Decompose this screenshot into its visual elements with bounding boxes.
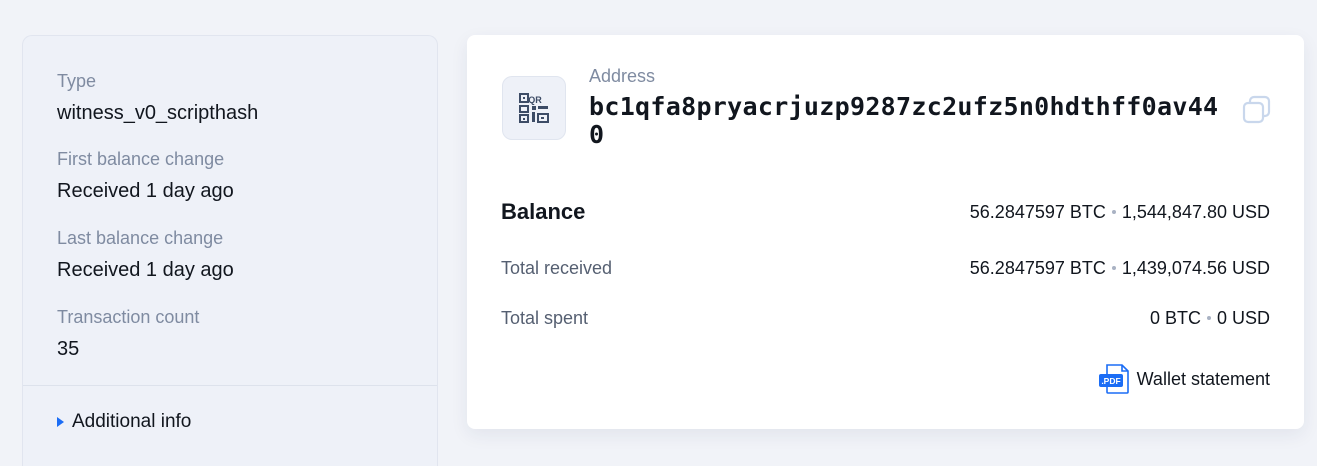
total-spent-usd: 0 USD bbox=[1216, 307, 1270, 328]
caret-right-icon bbox=[57, 417, 64, 427]
copy-address-button[interactable] bbox=[1242, 95, 1272, 125]
type-field: Type witness_v0_scripthash bbox=[57, 70, 258, 125]
pdf-icon-text: .PDF bbox=[1101, 376, 1120, 386]
first-balance-change-value: Received 1 day ago bbox=[57, 180, 234, 202]
transaction-count-label: Transaction count bbox=[57, 307, 200, 327]
wallet-statement-link[interactable]: .PDF Wallet statement bbox=[1098, 364, 1270, 394]
separator-dot bbox=[1206, 316, 1211, 320]
pdf-icon: .PDF bbox=[1098, 364, 1129, 394]
total-spent-label: Total spent bbox=[501, 307, 589, 328]
total-received-label: Total received bbox=[501, 257, 613, 278]
separator-dot bbox=[1111, 210, 1116, 214]
transaction-count-value: 35 bbox=[57, 338, 80, 360]
additional-info-label: Additional info bbox=[72, 411, 192, 432]
balance-btc: 56.2847597 BTC bbox=[969, 201, 1106, 222]
last-balance-change-label: Last balance change bbox=[57, 228, 224, 248]
total-spent-btc: 0 BTC bbox=[1149, 307, 1201, 328]
type-label: Type bbox=[57, 71, 97, 91]
balance-usd: 1,544,847.80 USD bbox=[1121, 201, 1270, 222]
total-received-row: Total received 56.2847597 BTC 1,439,074.… bbox=[501, 254, 1270, 282]
transaction-count-field: Transaction count 35 bbox=[57, 306, 199, 361]
balance-value: 56.2847597 BTC 1,544,847.80 USD bbox=[970, 202, 1270, 223]
balance-label: Balance bbox=[501, 199, 586, 224]
qr-code-button[interactable]: QR bbox=[502, 76, 566, 140]
total-received-usd: 1,439,074.56 USD bbox=[1121, 257, 1270, 278]
first-balance-change-label: First balance change bbox=[57, 149, 225, 169]
total-spent-value: 0 BTC 0 USD bbox=[1150, 308, 1270, 329]
last-balance-change-field: Last balance change Received 1 day ago bbox=[57, 227, 234, 282]
last-balance-change-value: Received 1 day ago bbox=[57, 259, 234, 281]
qr-code-icon: QR bbox=[519, 93, 549, 123]
panel-divider bbox=[23, 385, 437, 386]
copy-icon bbox=[1242, 95, 1271, 124]
qr-icon-text: QR bbox=[528, 95, 542, 105]
address-details-panel: Type witness_v0_scripthash First balance… bbox=[22, 35, 438, 466]
balance-row: Balance 56.2847597 BTC 1,544,847.80 USD bbox=[501, 197, 1270, 227]
separator-dot bbox=[1111, 266, 1116, 270]
first-balance-change-field: First balance change Received 1 day ago bbox=[57, 148, 234, 203]
additional-info-toggle[interactable]: Additional info bbox=[57, 411, 191, 433]
total-received-value: 56.2847597 BTC 1,439,074.56 USD bbox=[970, 258, 1270, 279]
total-received-btc: 56.2847597 BTC bbox=[969, 257, 1106, 278]
type-value: witness_v0_scripthash bbox=[57, 102, 259, 124]
balance-card: QR Address bc1qfa8pryacrjuzp9287zc2ufz5n… bbox=[467, 35, 1304, 429]
total-spent-row: Total spent 0 BTC 0 USD bbox=[501, 304, 1270, 332]
wallet-statement-label: Wallet statement bbox=[1136, 368, 1270, 389]
address-value: bc1qfa8pryacrjuzp9287zc2ufz5n0hdthff0av4… bbox=[589, 92, 1219, 149]
address-label: Address bbox=[589, 66, 656, 86]
